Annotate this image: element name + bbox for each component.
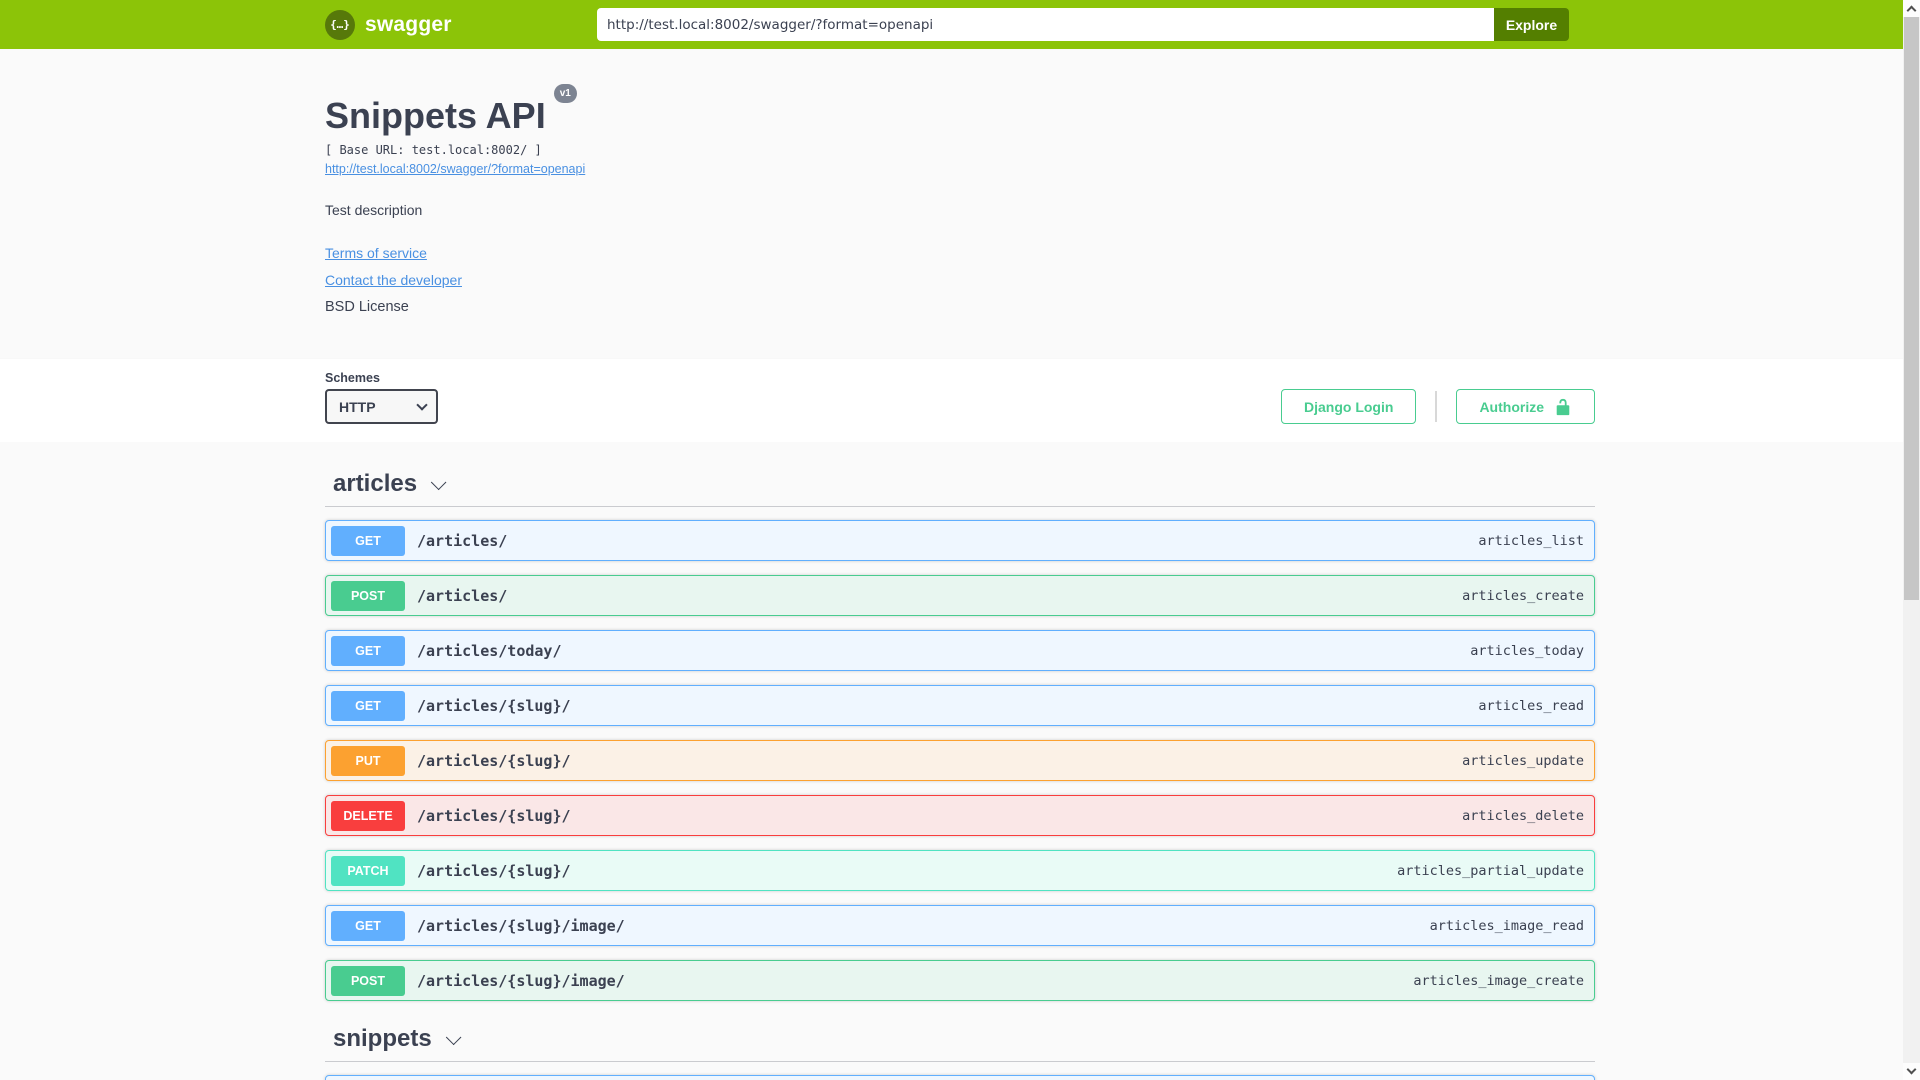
scrollbar-up-arrow[interactable] (1903, 0, 1920, 17)
operation-path: /articles/ (417, 586, 508, 605)
schemes-label: Schemes (325, 371, 380, 385)
method-badge: POST (331, 580, 405, 611)
vertical-scrollbar[interactable] (1903, 0, 1920, 1080)
contact-developer-link[interactable]: Contact the developer (325, 272, 462, 288)
operation-row[interactable]: GET /articles/{slug}/image/ articles_ima… (325, 905, 1595, 946)
swagger-logo: {…} swagger (325, 9, 452, 40)
api-description: Test description (325, 202, 423, 218)
operation-row[interactable]: POST /articles/{slug}/image/ articles_im… (325, 960, 1595, 1001)
unlocked-padlock-icon (1556, 398, 1570, 415)
operation-path: /articles/{slug}/ (417, 751, 571, 770)
information-container: Snippets API v1 [ Base URL: test.local:80… (0, 49, 1920, 359)
operation-id: articles_update (1462, 752, 1584, 769)
operation-row[interactable]: POST /articles/ articles_create (325, 575, 1595, 616)
operation-row[interactable]: GET /articles/ articles_list (325, 520, 1595, 561)
operation-row[interactable]: GET /snippets/ snippets_list (325, 1075, 1595, 1080)
authorize-button[interactable]: Authorize (1456, 389, 1595, 424)
section-header-snippets[interactable]: snippets (325, 1025, 1595, 1062)
operation-id: articles_today (1470, 642, 1584, 659)
operation-id: articles_create (1462, 587, 1584, 604)
operation-id: articles_image_read (1429, 917, 1584, 934)
terms-of-service-link[interactable]: Terms of service (325, 245, 427, 261)
spec-url-input[interactable] (597, 8, 1494, 41)
scrollbar-down-arrow[interactable] (1903, 1063, 1920, 1080)
topbar: {…} swagger Explore (0, 0, 1920, 49)
api-version-badge: v1 (553, 84, 577, 103)
method-badge: GET (331, 525, 405, 556)
operation-row[interactable]: GET /articles/{slug}/ articles_read (325, 685, 1595, 726)
section-snippets: snippets GET /snippets/ snippets_list (325, 1025, 1595, 1080)
operation-id: articles_partial_update (1397, 862, 1584, 879)
operation-row[interactable]: PATCH /articles/{slug}/ articles_partial… (325, 850, 1595, 891)
operation-row[interactable]: GET /articles/today/ articles_today (325, 630, 1595, 671)
explore-button[interactable]: Explore (1494, 8, 1569, 41)
method-badge: DELETE (331, 800, 405, 831)
base-url-text: [ Base URL: test.local:8002/ ] (325, 143, 542, 157)
operation-id: articles_read (1478, 697, 1584, 714)
operation-id: articles_image_create (1413, 972, 1584, 989)
swagger-logo-text: swagger (365, 12, 452, 36)
operation-path: /articles/{slug}/image/ (417, 971, 625, 990)
operation-path: /articles/{slug}/image/ (417, 916, 625, 935)
spec-link[interactable]: http://test.local:8002/swagger/?format=o… (325, 162, 585, 176)
operation-path: /articles/{slug}/ (417, 861, 571, 880)
method-badge: GET (331, 690, 405, 721)
operation-id: articles_list (1478, 532, 1584, 549)
operation-path: /articles/{slug}/ (417, 806, 571, 825)
auth-divider (1435, 391, 1438, 422)
section-title: snippets (333, 1025, 432, 1052)
section-articles: articles GET /articles/ articles_list PO… (325, 470, 1595, 1001)
operation-row[interactable]: DELETE /articles/{slug}/ articles_delete (325, 795, 1595, 836)
section-title: articles (333, 470, 418, 497)
operation-row[interactable]: PUT /articles/{slug}/ articles_update (325, 740, 1595, 781)
method-badge: POST (331, 965, 405, 996)
chevron-down-icon (430, 474, 447, 490)
operation-path: /articles/ (417, 531, 508, 550)
scheme-container: Schemes HTTP Django Login Authorize (0, 359, 1920, 442)
operation-path: /articles/today/ (417, 641, 562, 660)
section-header-articles[interactable]: articles (325, 470, 1595, 507)
scrollbar-thumb[interactable] (1904, 17, 1919, 600)
swagger-logo-icon: {…} (325, 9, 355, 40)
license-text: BSD License (325, 299, 409, 315)
method-badge: GET (331, 635, 405, 666)
authorize-label: Authorize (1479, 398, 1544, 415)
page-title: Snippets API (325, 95, 546, 136)
django-login-label: Django Login (1304, 398, 1394, 415)
method-badge: PATCH (331, 855, 405, 886)
operation-id: articles_delete (1462, 807, 1584, 824)
method-badge: GET (331, 910, 405, 941)
chevron-down-icon (445, 1029, 462, 1045)
method-badge: PUT (331, 745, 405, 776)
schemes-select[interactable]: HTTP (325, 389, 438, 424)
operations-area: articles GET /articles/ articles_list PO… (0, 442, 1920, 1080)
operation-path: /articles/{slug}/ (417, 696, 571, 715)
django-login-button[interactable]: Django Login (1281, 389, 1417, 424)
